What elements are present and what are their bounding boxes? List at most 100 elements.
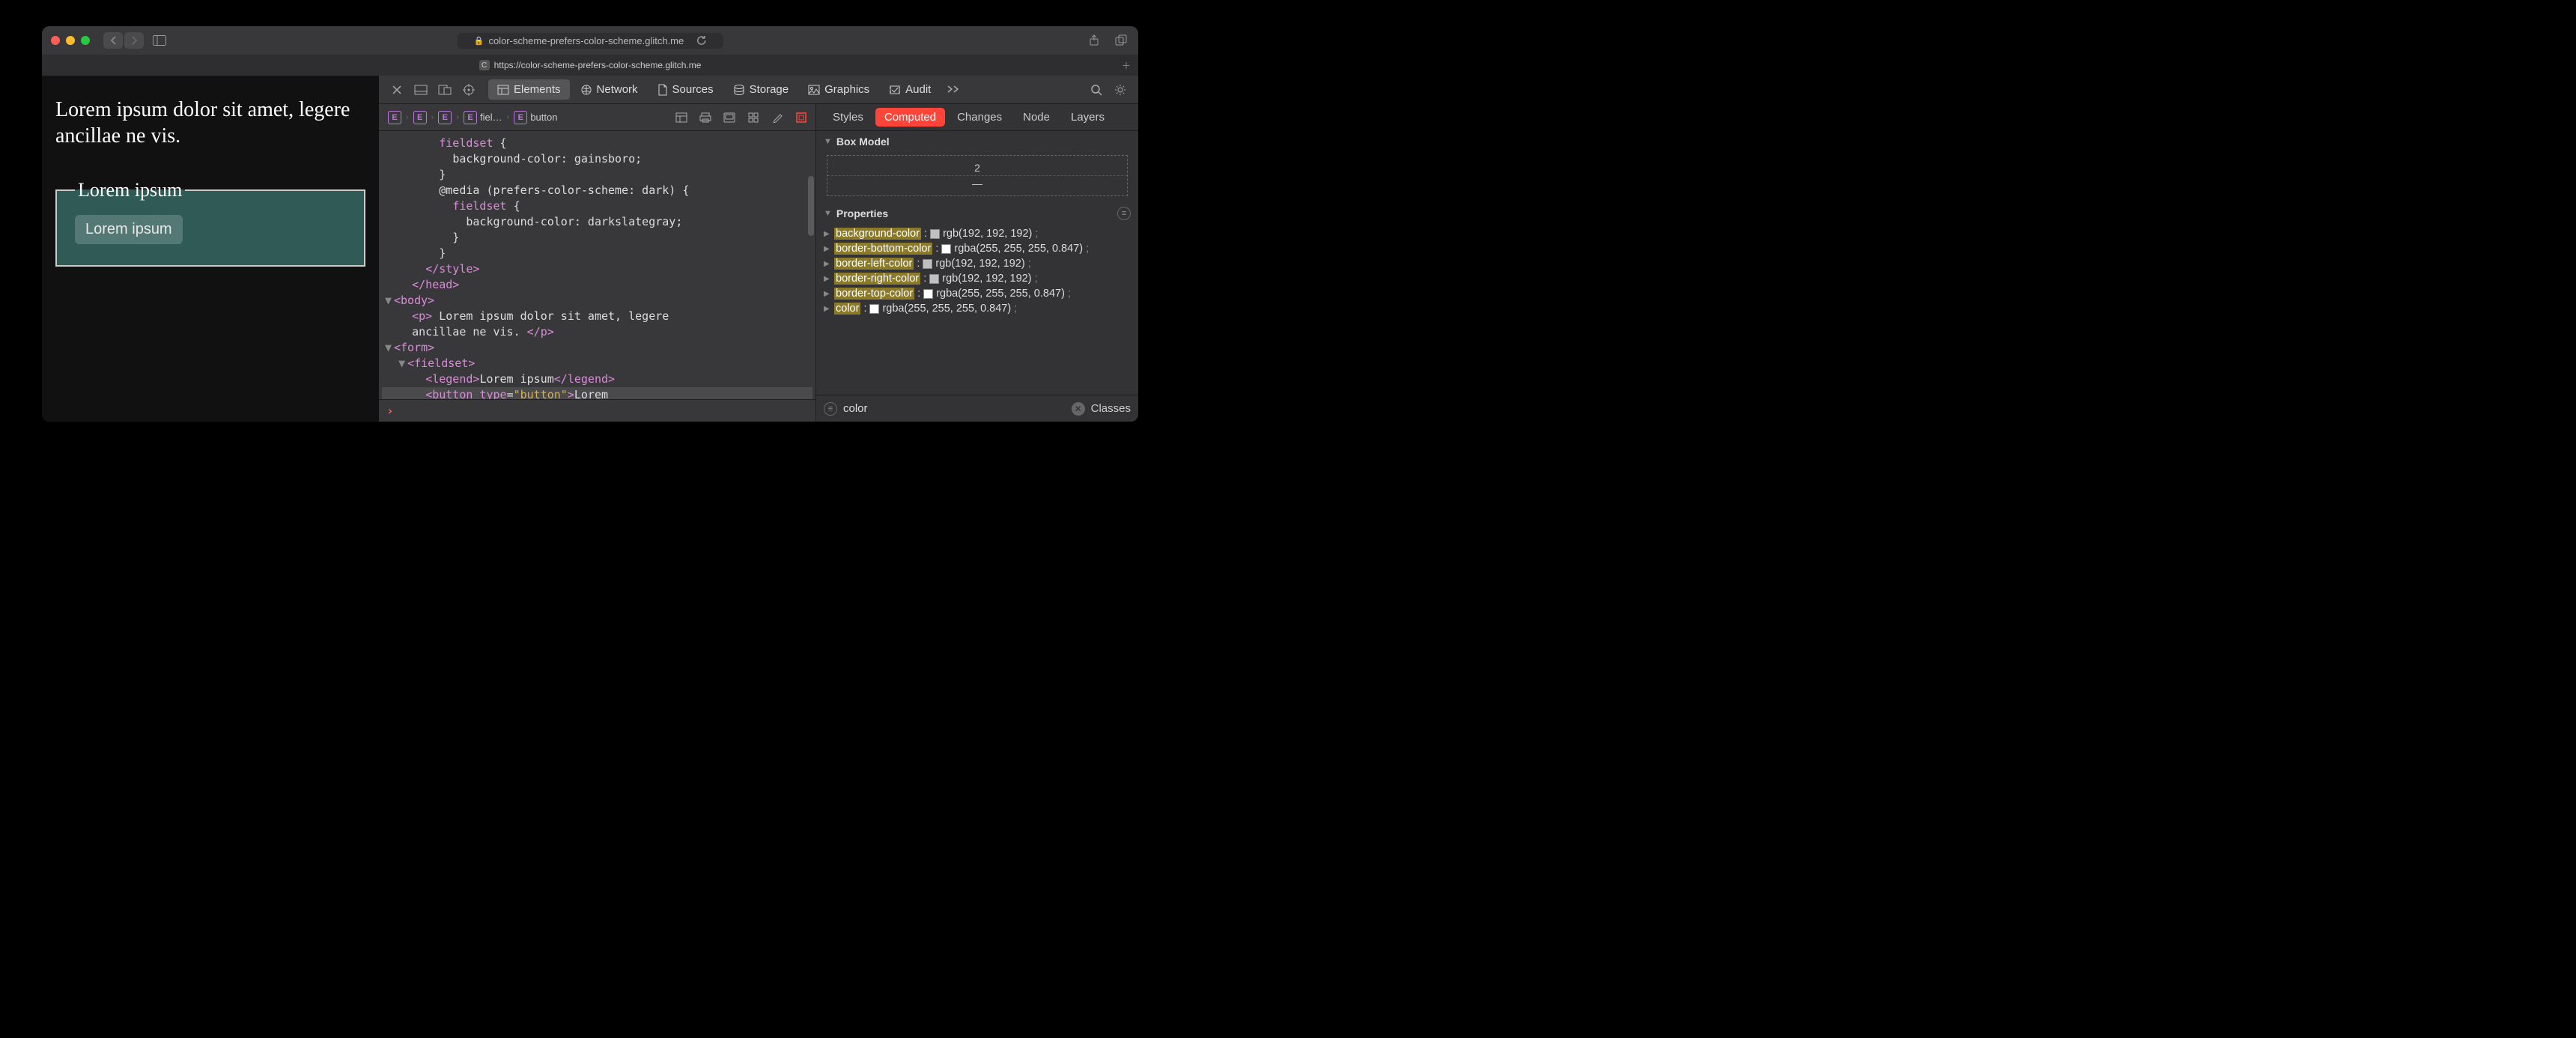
dom-line[interactable]: @media (prefers-color-scheme: dark) { [382, 183, 812, 198]
disclosure-triangle-icon: ▼ [824, 137, 832, 146]
devtools-tab-network[interactable]: Network [571, 79, 647, 100]
sidebar-tab-layers[interactable]: Layers [1062, 108, 1114, 127]
breadcrumb-item[interactable]: Ebutton [511, 109, 560, 126]
sidebar-tabs: StylesComputedChangesNodeLayers [816, 104, 1138, 131]
properties-header[interactable]: ▼ Properties ≡ [816, 202, 1138, 225]
print-styles-icon[interactable] [697, 109, 714, 126]
close-window-button[interactable] [51, 36, 60, 45]
sidebar-tab-node[interactable]: Node [1014, 108, 1059, 127]
filter-input[interactable] [843, 402, 1066, 415]
page-form: Lorem ipsum Lorem ipsum [55, 179, 365, 267]
tab-title[interactable]: https://color-scheme-prefers-color-schem… [494, 60, 702, 70]
paint-flashing-icon[interactable] [769, 109, 786, 126]
rendered-page: Lorem ipsum dolor sit amet, legere ancil… [42, 76, 379, 422]
computed-property[interactable]: ▶border-left-color: rgb(192, 192, 192); [824, 256, 1131, 271]
layout-icon[interactable] [673, 109, 690, 126]
traffic-lights [51, 36, 90, 45]
boxmodel-diagram[interactable]: 2 — [827, 155, 1128, 196]
boxmodel-header[interactable]: ▼ Box Model [816, 131, 1138, 152]
computed-property[interactable]: ▶border-right-color: rgb(192, 192, 192); [824, 271, 1131, 286]
computed-property[interactable]: ▶border-bottom-color: rgba(255, 255, 255… [824, 241, 1131, 256]
elements-toolbar-icons [673, 109, 809, 126]
forward-button[interactable] [124, 32, 144, 49]
computed-property[interactable]: ▶color: rgba(255, 255, 255, 0.847); [824, 301, 1131, 316]
dom-line[interactable]: <p> Lorem ipsum dolor sit amet, legere [382, 309, 812, 324]
tabs-overview-button[interactable] [1113, 32, 1129, 49]
close-devtools-button[interactable] [386, 79, 407, 100]
main-split: Lorem ipsum dolor sit amet, legere ancil… [42, 76, 1138, 422]
more-tabs-button[interactable] [947, 83, 959, 97]
breadcrumb-item[interactable]: Efiel… [461, 109, 505, 126]
dom-line[interactable]: } [382, 246, 812, 261]
inspect-element-button[interactable] [458, 79, 479, 100]
titlebar: 🔒 color-scheme-prefers-color-scheme.glit… [42, 26, 1138, 55]
devtools-tab-storage[interactable]: Storage [724, 79, 798, 100]
dom-line[interactable]: fieldset { [382, 198, 812, 214]
dock-bottom-button[interactable] [410, 79, 431, 100]
breadcrumb-item[interactable]: E [410, 109, 430, 126]
page-fieldset: Lorem ipsum Lorem ipsum [55, 179, 365, 267]
search-button[interactable] [1086, 79, 1107, 100]
dock-side-button[interactable] [434, 79, 455, 100]
dom-line[interactable]: </style> [382, 261, 812, 277]
styles-sidebar: StylesComputedChangesNodeLayers ▼ Box Mo… [816, 104, 1138, 422]
dom-line[interactable]: } [382, 230, 812, 246]
scrollbar-thumb[interactable] [808, 176, 814, 236]
dom-line[interactable]: background-color: darkslategray; [382, 214, 812, 230]
classes-button[interactable]: Classes [1091, 402, 1131, 415]
minimize-window-button[interactable] [66, 36, 75, 45]
sidebar-toggle-button[interactable] [150, 32, 169, 49]
address-bar[interactable]: 🔒 color-scheme-prefers-color-scheme.glit… [458, 33, 723, 49]
computed-property[interactable]: ▶border-top-color: rgba(255, 255, 255, 0… [824, 286, 1131, 301]
console-prompt-icon: › [386, 404, 394, 418]
computed-property[interactable]: ▶background-color: rgb(192, 192, 192); [824, 226, 1131, 241]
share-button[interactable] [1086, 32, 1102, 49]
maximize-window-button[interactable] [81, 36, 90, 45]
dom-line[interactable]: </head> [382, 277, 812, 293]
devtools-tab-graphics[interactable]: Graphics [799, 79, 878, 100]
compositing-borders-icon[interactable] [793, 109, 809, 126]
dom-line[interactable]: <legend>Lorem ipsum</legend> [382, 371, 812, 387]
force-appearance-icon[interactable] [721, 109, 738, 126]
sidebar-tab-changes[interactable]: Changes [948, 108, 1011, 127]
dom-tree[interactable]: fieldset { background-color: gainsboro; … [379, 131, 815, 399]
devtools-tab-audit[interactable]: Audit [880, 79, 940, 100]
elements-panel: E›E›E›Efiel…›Ebutton fieldset { backgrou… [379, 104, 816, 422]
tabbar: C https://color-scheme-prefers-color-sch… [42, 55, 1138, 76]
filter-icon[interactable]: ≡ [1117, 207, 1131, 220]
sidebar-tab-computed[interactable]: Computed [875, 108, 945, 127]
clear-filter-button[interactable]: ✕ [1072, 402, 1085, 416]
reload-button[interactable] [696, 35, 706, 46]
dom-line[interactable]: fieldset { [382, 136, 812, 151]
breadcrumbs-row: E›E›E›Efiel…›Ebutton [379, 104, 815, 131]
new-tab-button[interactable]: ＋ [1122, 59, 1131, 72]
grid-overlay-icon[interactable] [745, 109, 762, 126]
address-host: color-scheme-prefers-color-scheme.glitch… [488, 35, 684, 46]
devtools-body: E›E›E›Efiel…›Ebutton fieldset { backgrou… [379, 104, 1138, 422]
computed-properties: ▶background-color: rgb(192, 192, 192);▶b… [816, 225, 1138, 322]
breadcrumb-item[interactable]: E [435, 109, 455, 126]
dom-line[interactable]: ancillae ne vis. </p> [382, 324, 812, 340]
nav-buttons [103, 32, 144, 49]
breadcrumb-item[interactable]: E [385, 109, 404, 126]
devtools-tabs: ElementsNetworkSourcesStorageGraphicsAud… [488, 79, 940, 100]
tab-favicon: C [479, 60, 490, 70]
page-button[interactable]: Lorem ipsum [75, 215, 183, 244]
dom-line[interactable]: ▼<body> [382, 293, 812, 309]
devtools-tab-elements[interactable]: Elements [488, 79, 570, 100]
dom-line[interactable]: ▼<form> [382, 340, 812, 356]
filter-icon: ≡ [824, 402, 837, 416]
dom-line[interactable]: background-color: gainsboro; [382, 151, 812, 167]
back-button[interactable] [103, 32, 123, 49]
dom-line[interactable]: <button type="button">Lorem [382, 387, 812, 399]
console-strip[interactable]: › [379, 399, 815, 422]
dom-line[interactable]: ▼<fieldset> [382, 356, 812, 371]
browser-window: 🔒 color-scheme-prefers-color-scheme.glit… [42, 26, 1138, 422]
devtools-tab-sources[interactable]: Sources [648, 79, 723, 100]
settings-button[interactable] [1110, 79, 1131, 100]
filter-row: ≡ ✕ Classes [816, 395, 1138, 422]
sidebar-tab-styles[interactable]: Styles [824, 108, 872, 127]
dom-line[interactable]: } [382, 167, 812, 183]
page-legend: Lorem ipsum [75, 179, 185, 201]
page-paragraph: Lorem ipsum dolor sit amet, legere ancil… [55, 97, 365, 149]
